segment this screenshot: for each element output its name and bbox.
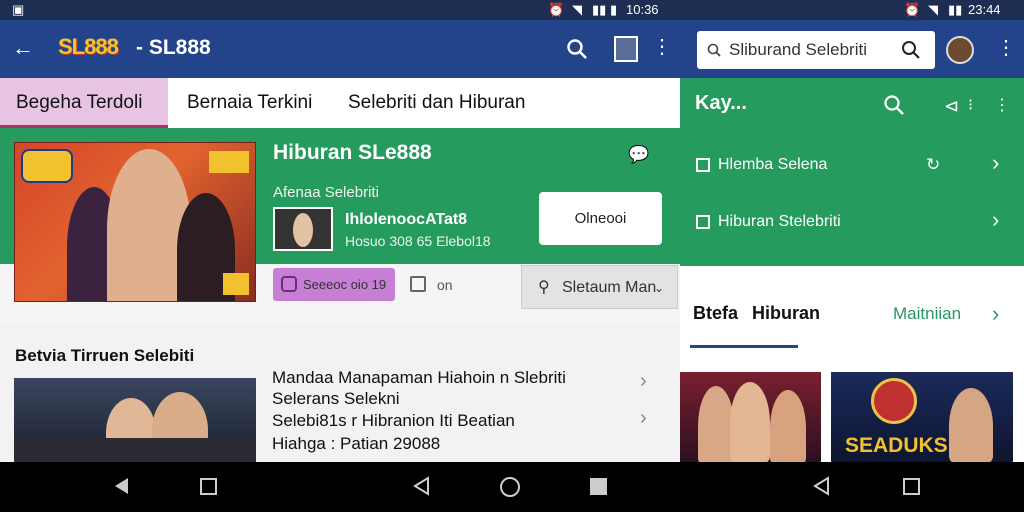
chat-icon[interactable]: 💬 [628,145,649,165]
news-section-title: Betvia Tirruen Selebiti [15,346,195,365]
news-line-4: Hiahga : Patian 29088 [272,434,441,453]
chevron-right-icon[interactable]: › [640,407,647,430]
chevron-right-icon[interactable]: › [992,301,999,327]
search-icon[interactable] [566,38,588,60]
tab-begeha-terdoli[interactable]: Begeha Terdoli [0,78,168,128]
right-item-label: Hiburan Stelebriti [718,213,841,230]
back-nav-icon[interactable] [812,476,832,496]
avatar[interactable] [946,36,974,64]
search-input[interactable]: Sliburand Selebriti [697,31,935,69]
news-image[interactable] [14,378,256,464]
right-list-item[interactable]: Hlemba Selena [696,156,827,174]
refresh-icon[interactable]: ↻ [926,155,940,175]
status-bar: ▣ ⏰ ◥ ▮▮ ▮ 10:36 ⏰ ◥ ▮▮ 23:44 [0,0,1024,20]
checkbox-icon[interactable] [696,215,710,229]
news-line-3[interactable]: Selebi81s r Hibranion Iti Beatian [272,411,515,431]
overflow-menu-icon[interactable]: ⋮ [996,38,1016,58]
checkbox-icon[interactable] [696,158,710,172]
feature-title: Hiburan SLe888 [273,141,432,164]
news-line-1[interactable]: Mandaa Manapaman Hiahoin n Slebriti [272,368,566,388]
comment-icon[interactable] [410,276,426,292]
right-heading: Kay... [695,92,747,114]
wifi-icon-right: ◥ [928,2,938,17]
featured-celebrity-image[interactable] [14,142,256,302]
battery-icon: ▮ [610,2,618,17]
signal-icon-right: ▮▮ [948,2,963,17]
corner-badge [209,151,249,173]
status-time-left: 10:36 [626,2,659,17]
back-arrow-icon[interactable]: ← [12,37,34,59]
tab-bernaia-terkini[interactable]: Bernaia Terkini [187,78,312,128]
signal-icon: ▮▮ [592,2,607,17]
qr-code-icon[interactable] [614,36,638,62]
notification-icon: ▣ [12,2,25,17]
celebrity-card[interactable] [680,372,821,462]
comment-count: on [437,277,453,293]
app-logo: SL888 [58,34,119,59]
overflow-menu-icon[interactable]: ⁝ [968,96,973,116]
sort-dropdown[interactable]: ⚲ Sletaum Man ⌄ [521,265,678,309]
tab-hiburan[interactable]: Hiburan [752,303,820,324]
right-list-item[interactable]: Hiburan Stelebriti [696,213,841,231]
alarm-icon: ⏰ [548,2,565,17]
chevron-down-icon: ⌄ [654,281,665,295]
right-item-label: Hlemba Selena [718,156,828,173]
recents-nav-icon[interactable] [903,478,920,495]
see-more-link[interactable]: Maitniian [893,304,961,324]
feature-tag[interactable]: Seeeoc oio 19 [273,268,395,301]
app-bar: ← SL888 - SL888 ⋮ [0,20,680,78]
app-title: - SL888 [136,36,211,59]
search-text: Sliburand Selebriti [729,40,867,59]
search-submit-icon[interactable] [901,40,921,60]
alarm-icon-right: ⏰ [904,2,921,17]
chevron-right-icon[interactable]: › [992,209,999,231]
home-nav-icon[interactable] [500,477,520,497]
feature-action-button[interactable]: Olneooi [539,192,662,245]
tab-selebriti-dan-hiburan[interactable]: Selebriti dan Hiburan [348,78,525,128]
feature-meta: Hosuo 308 65 Elebol18 [345,233,491,249]
feature-tag-label: Seeeoc oio 19 [303,277,387,292]
chevron-right-icon[interactable]: › [992,152,999,174]
back-nav-icon[interactable] [112,476,132,496]
back-nav-icon[interactable] [412,476,432,496]
active-tab-indicator [690,345,798,348]
news-line-2: Selerans Selekni [272,389,400,408]
status-time-right: 23:44 [968,2,1001,17]
wifi-icon: ◥ [572,2,582,17]
feature-subtitle: Afenaa Selebriti [273,184,379,201]
recents-nav-icon[interactable] [200,478,217,495]
logo-badge [21,149,73,183]
celebrity-card[interactable]: SEADUKS [831,372,1013,462]
overflow-menu-icon[interactable]: ⋮ [994,96,1010,116]
share-icon[interactable]: ⊲ [944,96,959,116]
card-caption: SEADUKS [845,434,948,457]
sort-label: Sletaum Man [562,279,657,296]
person-icon: ⚲ [538,279,550,296]
tab-btefa[interactable]: Btefa [693,303,738,324]
bottom-badge [223,273,249,295]
overflow-menu-icon[interactable]: ⋮ [652,37,672,57]
search-icon-small [707,43,721,57]
feature-thumbnail[interactable] [273,207,333,251]
tag-icon [281,276,297,292]
search-icon[interactable] [883,94,905,116]
feature-name: IhlolenoocATat8 [345,211,468,228]
recents-nav-icon[interactable] [590,478,607,495]
tab-bar: Begeha Terdoli Bernaia Terkini Selebriti… [0,78,680,128]
chevron-right-icon[interactable]: › [640,370,647,393]
